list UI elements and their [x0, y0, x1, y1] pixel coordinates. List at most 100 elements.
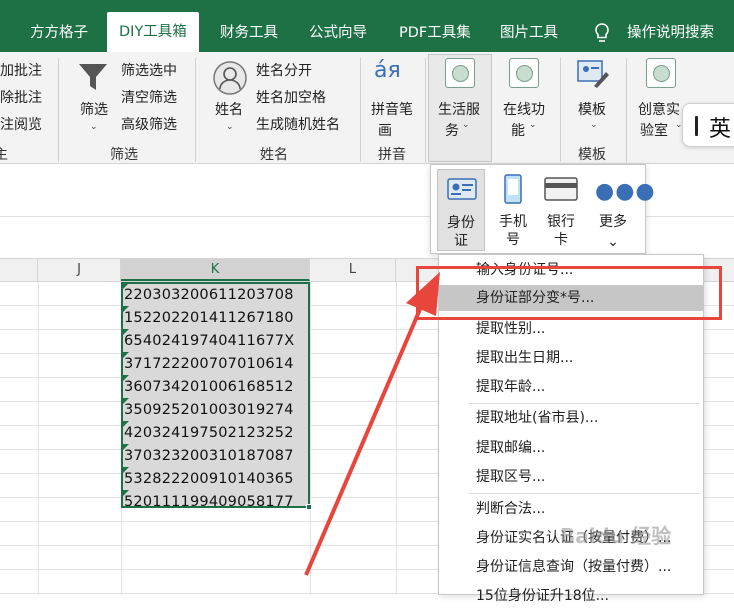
life-service-label-line2: 务: [445, 123, 459, 139]
more-button[interactable]: ●●● 更多 ⌄: [589, 169, 655, 251]
group-divider: [560, 58, 561, 162]
creative-lab-icon: [646, 58, 676, 88]
phone-label: 手机: [499, 214, 527, 230]
chevron-down-icon: ⌄: [462, 120, 470, 130]
online-features-button[interactable]: 在线功: [503, 99, 545, 119]
chevron-down-icon: ⌄: [529, 120, 537, 130]
group-divider: [58, 58, 59, 162]
group-label-comment: 主: [0, 147, 8, 163]
menu-item-extract-areacode[interactable]: 提取区号...: [439, 464, 703, 490]
filter-selected-button[interactable]: 筛选选中: [121, 60, 177, 80]
delete-comment-button[interactable]: 除批注: [0, 87, 42, 107]
advanced-filter-button[interactable]: 高级筛选: [121, 114, 177, 134]
group-divider: [195, 58, 196, 162]
random-name-button[interactable]: 生成随机姓名: [256, 114, 340, 134]
column-header-k[interactable]: K: [121, 259, 310, 281]
column-header-l[interactable]: L: [310, 259, 396, 281]
id-cell[interactable]: 220303200611203708: [124, 284, 308, 306]
id-card-icon: [447, 178, 477, 200]
grid-line: [310, 282, 311, 595]
template-button[interactable]: 模板: [578, 99, 606, 119]
person-icon: [213, 61, 247, 95]
life-service-icon: [445, 58, 475, 88]
id-cell[interactable]: 65402419740411677X: [124, 330, 308, 352]
group-label-name: 姓名: [260, 147, 288, 163]
watermark: Baidu 经验: [560, 524, 672, 548]
pinyin-icon: áя: [374, 58, 401, 83]
group-label-filter: 筛选: [110, 147, 138, 163]
ime-bar: [695, 116, 698, 136]
tab-finance-tools[interactable]: 财务工具: [220, 14, 278, 52]
group-label-pinyin: 拼音: [378, 147, 406, 163]
ime-indicator[interactable]: 英: [682, 103, 734, 147]
more-label: 更多: [599, 214, 627, 230]
phone-icon: [504, 174, 522, 204]
template-icon: [577, 60, 609, 88]
grid-line: [396, 282, 397, 595]
id-cell[interactable]: 520111199409058177: [124, 491, 308, 513]
group-divider: [626, 58, 627, 162]
split-name-button[interactable]: 姓名分开: [256, 60, 312, 80]
id-cell[interactable]: 350925201003019274: [124, 399, 308, 421]
menu-separator: [469, 493, 699, 494]
id-card-label-line2: 证: [454, 233, 468, 249]
name-add-space-button[interactable]: 姓名加空格: [256, 87, 326, 107]
life-service-label: 生活服: [438, 102, 480, 118]
creative-lab-label-line2: 验室: [640, 123, 668, 139]
menu-item-upgrade-18[interactable]: 15位身份证升18位...: [439, 583, 703, 609]
annotation-highlight-box: [416, 266, 722, 320]
lightbulb-icon: [595, 23, 609, 42]
id-cell[interactable]: 152202201411267180: [124, 307, 308, 329]
online-features-icon: [509, 58, 539, 88]
tab-diy-toolbox[interactable]: DIY工具箱: [107, 12, 199, 52]
grid-line: [38, 282, 39, 595]
id-cell[interactable]: 370323200310187087: [124, 445, 308, 467]
bank-card-label-line2: 卡: [554, 232, 568, 248]
comment-view-button[interactable]: 注阅览: [0, 114, 42, 134]
menu-item-info-query[interactable]: 身份证信息查询（按量付费）...: [439, 554, 703, 580]
menu-item-extract-birthdate[interactable]: 提取出生日期...: [439, 345, 703, 371]
menu-item-extract-age[interactable]: 提取年龄...: [439, 374, 703, 400]
tab-formula-wizard[interactable]: 公式向导: [309, 14, 367, 52]
chevron-down-icon: ⌄: [226, 122, 234, 132]
ime-language-label: 英: [709, 117, 732, 142]
filter-button[interactable]: 筛选: [80, 99, 108, 119]
group-divider: [360, 58, 361, 162]
online-features-label-line2: 能: [511, 123, 525, 139]
add-comment-button[interactable]: 加批注: [0, 60, 42, 80]
tab-pdf-tools[interactable]: PDF工具集: [399, 14, 471, 52]
ribbon-tab-bar: 方方格子 DIY工具箱 财务工具 公式向导 PDF工具集 图片工具 操作说明搜索: [0, 0, 734, 52]
id-cell[interactable]: 371722200707010614: [124, 353, 308, 375]
pinyin-stroke-button-line2: 画: [378, 123, 392, 139]
chevron-down-icon: ⌄: [90, 122, 98, 132]
id-cell[interactable]: 360734201006168512: [124, 376, 308, 398]
name-button[interactable]: 姓名: [215, 99, 243, 119]
life-service-popup: 身份 证 手机 号 银行 卡 ●●● 更多 ⌄: [430, 164, 655, 254]
group-label-template: 模板: [578, 147, 606, 163]
ribbon: 加批注 除批注 注阅览 主 筛选 ⌄ 筛选选中 清空筛选 高级筛选 筛选 姓名 …: [0, 52, 734, 164]
menu-item-extract-address[interactable]: 提取地址(省市县)...: [439, 405, 703, 431]
funnel-icon: [79, 64, 107, 90]
id-cell[interactable]: 420324197502123252: [124, 422, 308, 444]
phone-label-line2: 号: [506, 232, 520, 248]
chevron-down-icon: ⌄: [607, 234, 619, 250]
creative-lab-button[interactable]: 创意实: [638, 99, 680, 119]
tell-me-search[interactable]: 操作说明搜索: [627, 14, 714, 52]
menu-item-extract-postcode[interactable]: 提取邮编...: [439, 435, 703, 461]
id-cell[interactable]: 532822200910140365: [124, 468, 308, 490]
menu-item-validate[interactable]: 判断合法...: [439, 496, 703, 522]
phone-number-button[interactable]: 手机 号: [489, 169, 537, 251]
pinyin-stroke-button[interactable]: 拼音笔: [371, 99, 413, 119]
tab-fangfang[interactable]: 方方格子: [30, 14, 88, 52]
id-card-label: 身份: [447, 215, 475, 231]
chevron-down-icon: ⌄: [590, 120, 598, 130]
bank-card-icon: [544, 177, 578, 201]
column-header-j[interactable]: J: [38, 259, 121, 281]
column-header-i[interactable]: [0, 259, 38, 281]
more-dots-icon: ●●●: [595, 179, 656, 204]
tab-image-tools[interactable]: 图片工具: [500, 14, 558, 52]
clear-filter-button[interactable]: 清空筛选: [121, 87, 177, 107]
bank-card-label: 银行: [547, 214, 575, 230]
id-card-button[interactable]: 身份 证: [437, 169, 485, 251]
bank-card-button[interactable]: 银行 卡: [537, 169, 585, 251]
